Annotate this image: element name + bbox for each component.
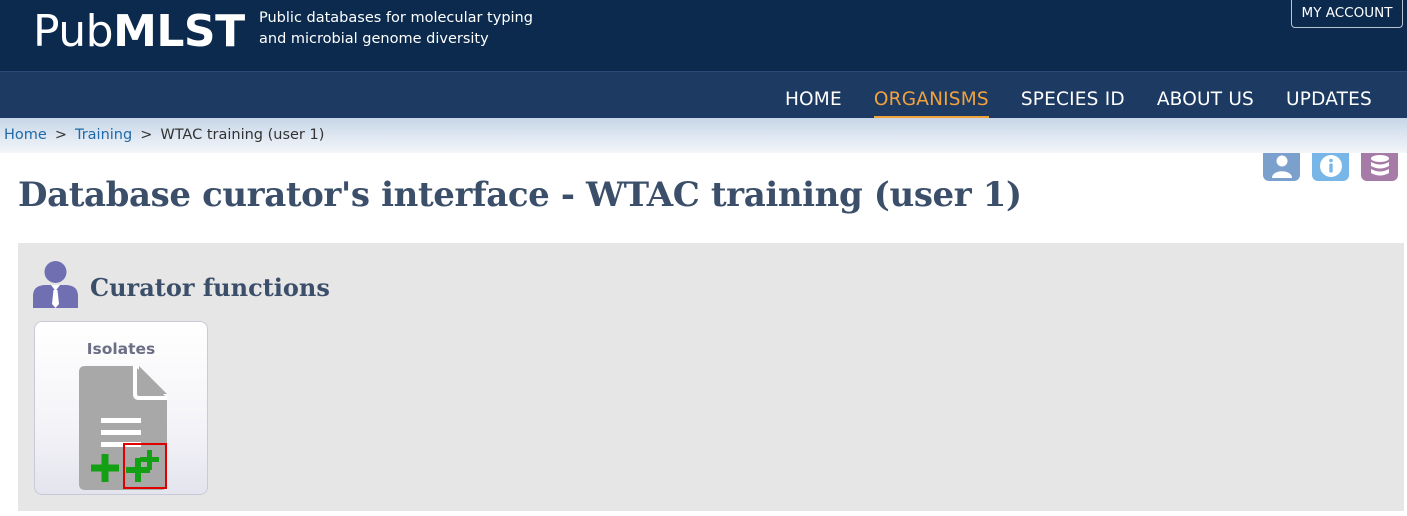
quick-icons <box>1263 153 1398 181</box>
nav-organisms[interactable]: ORGANISMS <box>873 72 989 118</box>
nav-about-us[interactable]: ABOUT US <box>1157 72 1254 119</box>
page-title: Database curator's interface - WTAC trai… <box>18 175 1022 215</box>
nav-home[interactable]: HOME <box>785 72 842 119</box>
breadcrumb: Home > Training > WTAC training (user 1) <box>4 127 324 143</box>
breadcrumb-home-link[interactable]: Home <box>4 127 47 143</box>
breadcrumb-bar: Home > Training > WTAC training (user 1) <box>0 118 1407 153</box>
batch-add-isolates-icon[interactable] <box>123 443 167 489</box>
tagline-line-1: Public databases for molecular typing <box>259 10 533 26</box>
pubmlst-logo[interactable]: PubMLST <box>33 2 245 62</box>
header: PubMLST Public databases for molecular t… <box>0 0 1407 71</box>
curator-functions-panel: Curator functions Isolates <box>18 243 1404 511</box>
breadcrumb-separator: > <box>140 127 153 143</box>
isolates-card-title: Isolates <box>86 340 156 358</box>
info-icon[interactable] <box>1312 153 1349 181</box>
site-tagline: Public databases for molecular typing an… <box>259 8 533 50</box>
breadcrumb-separator: > <box>54 127 67 143</box>
add-isolate-icon[interactable] <box>89 452 121 484</box>
curator-icon <box>33 258 78 308</box>
main-nav-bar: HOME ORGANISMS SPECIES ID ABOUT US UPDAT… <box>0 71 1407 118</box>
nav-species-id[interactable]: SPECIES ID <box>1021 72 1125 119</box>
tagline-line-2: and microbial genome diversity <box>259 31 489 47</box>
nav-updates[interactable]: UPDATES <box>1286 72 1372 119</box>
database-icon[interactable] <box>1361 153 1398 181</box>
my-account-button[interactable]: MY ACCOUNT <box>1291 0 1403 28</box>
breadcrumb-current: WTAC training (user 1) <box>160 127 325 143</box>
user-icon[interactable] <box>1263 153 1300 181</box>
breadcrumb-training-link[interactable]: Training <box>75 127 132 143</box>
isolates-card: Isolates <box>34 321 208 495</box>
main-nav: HOME ORGANISMS SPECIES ID ABOUT US UPDAT… <box>785 72 1372 119</box>
panel-heading: Curator functions <box>90 273 330 302</box>
